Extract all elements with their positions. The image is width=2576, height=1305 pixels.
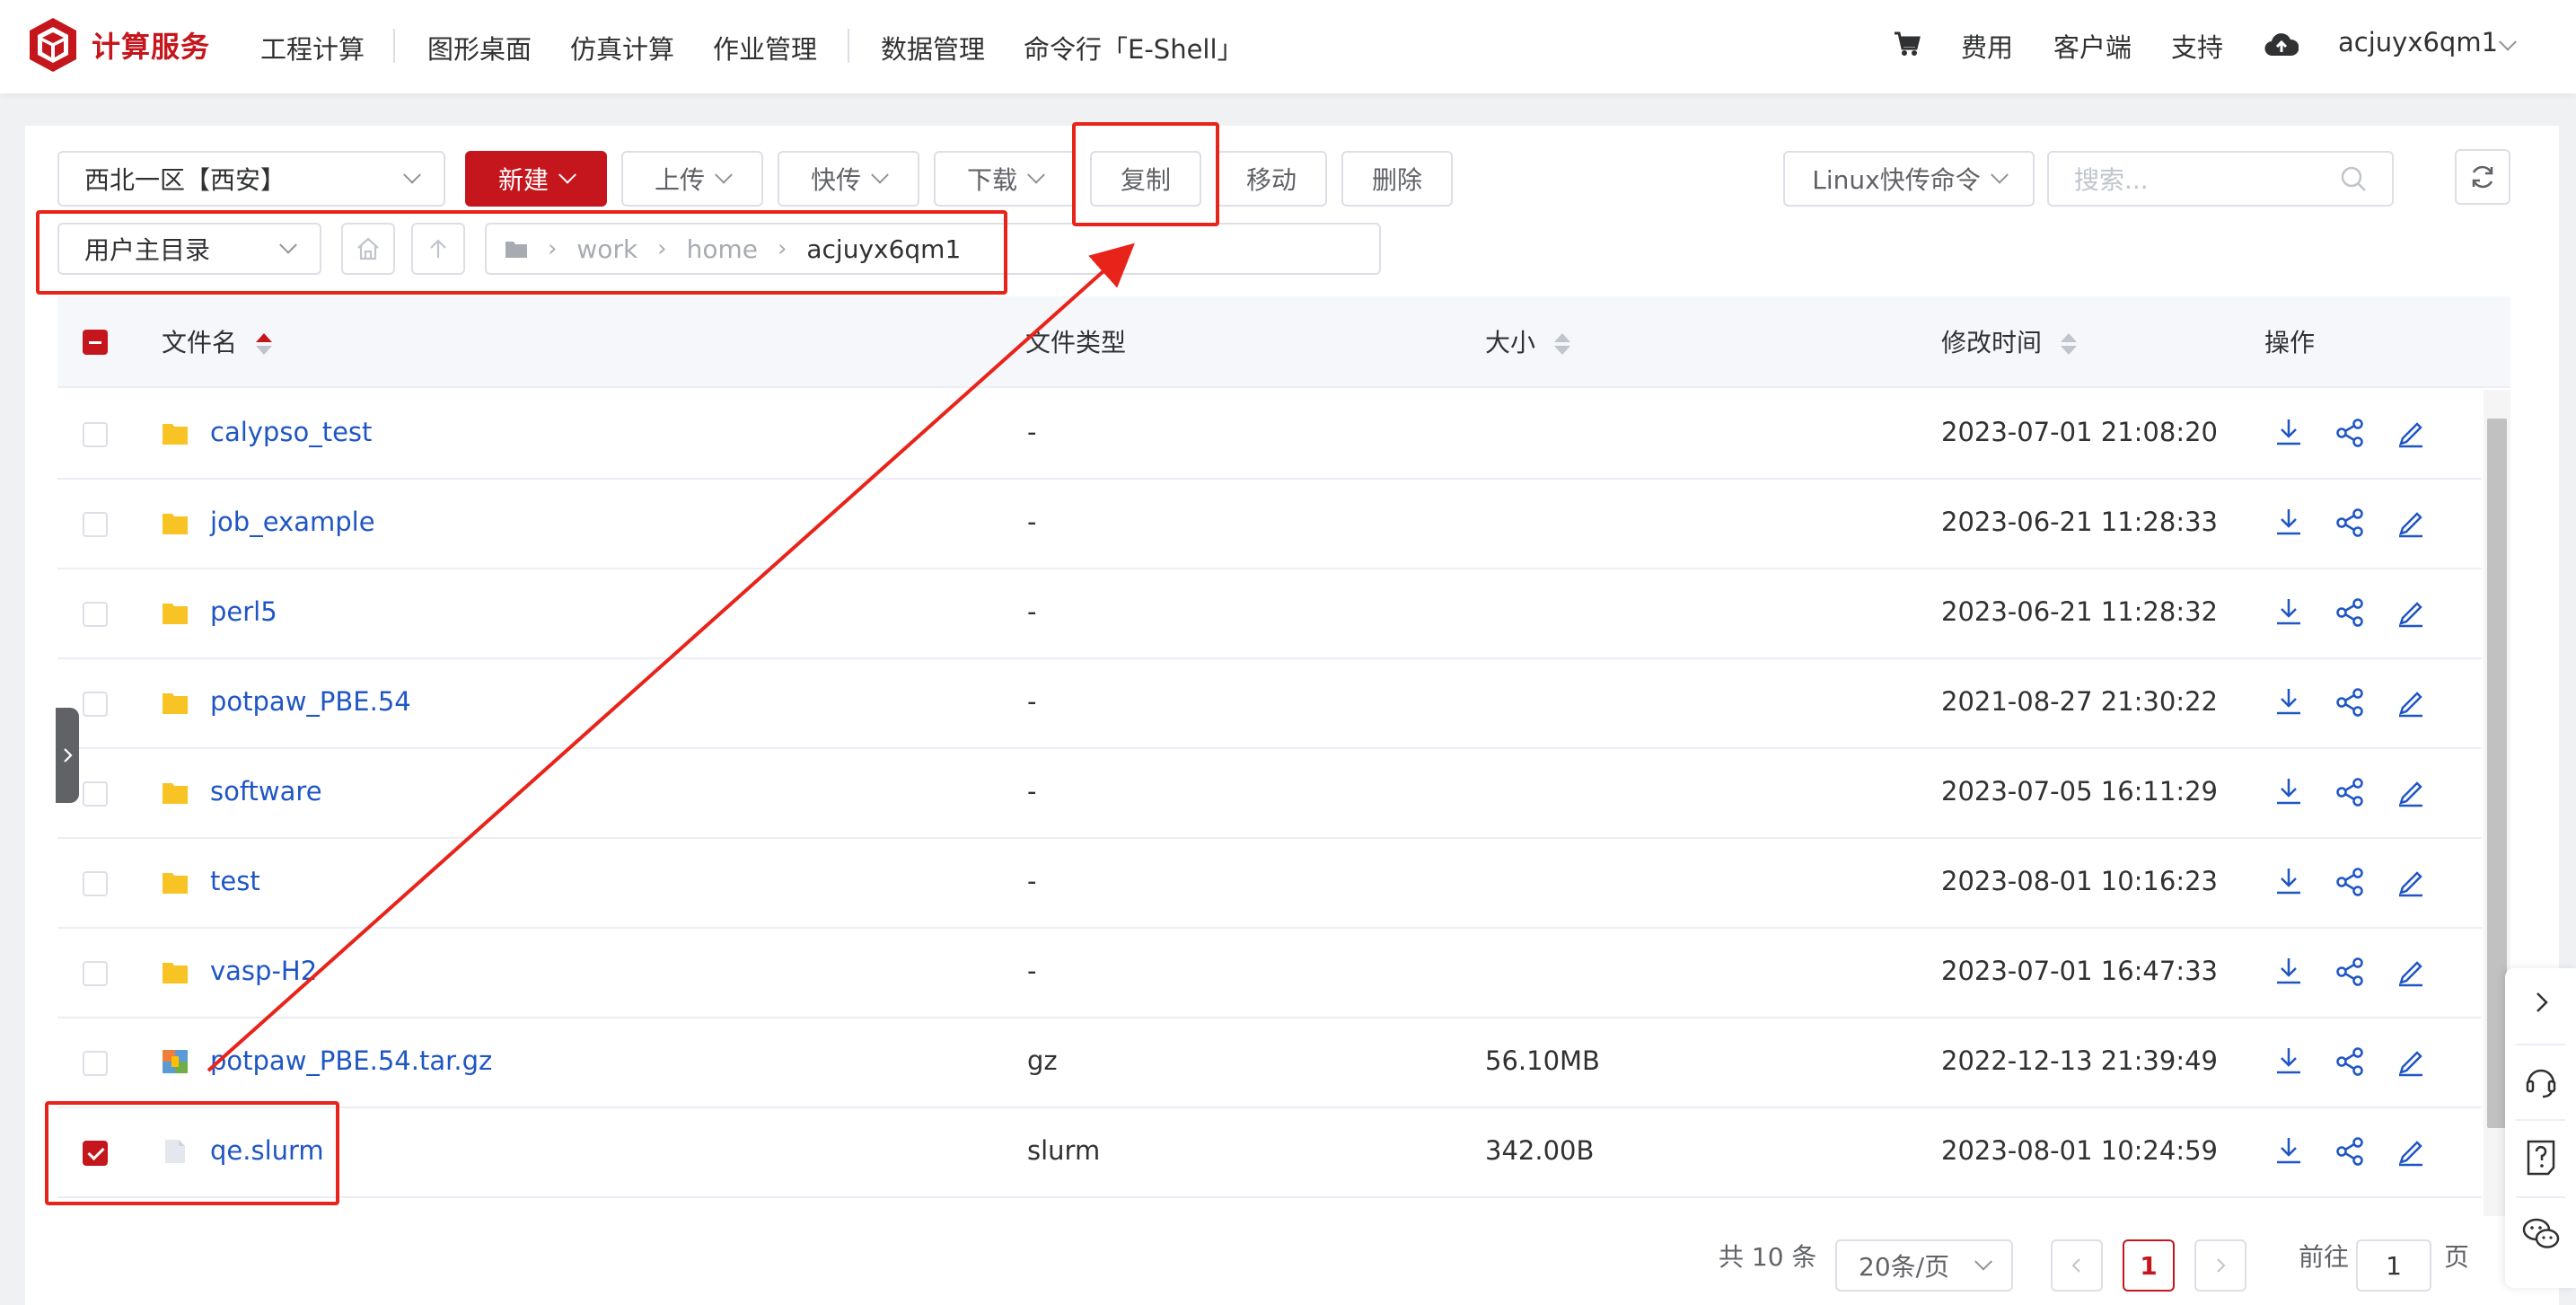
annotation-arrow	[207, 242, 1135, 1072]
